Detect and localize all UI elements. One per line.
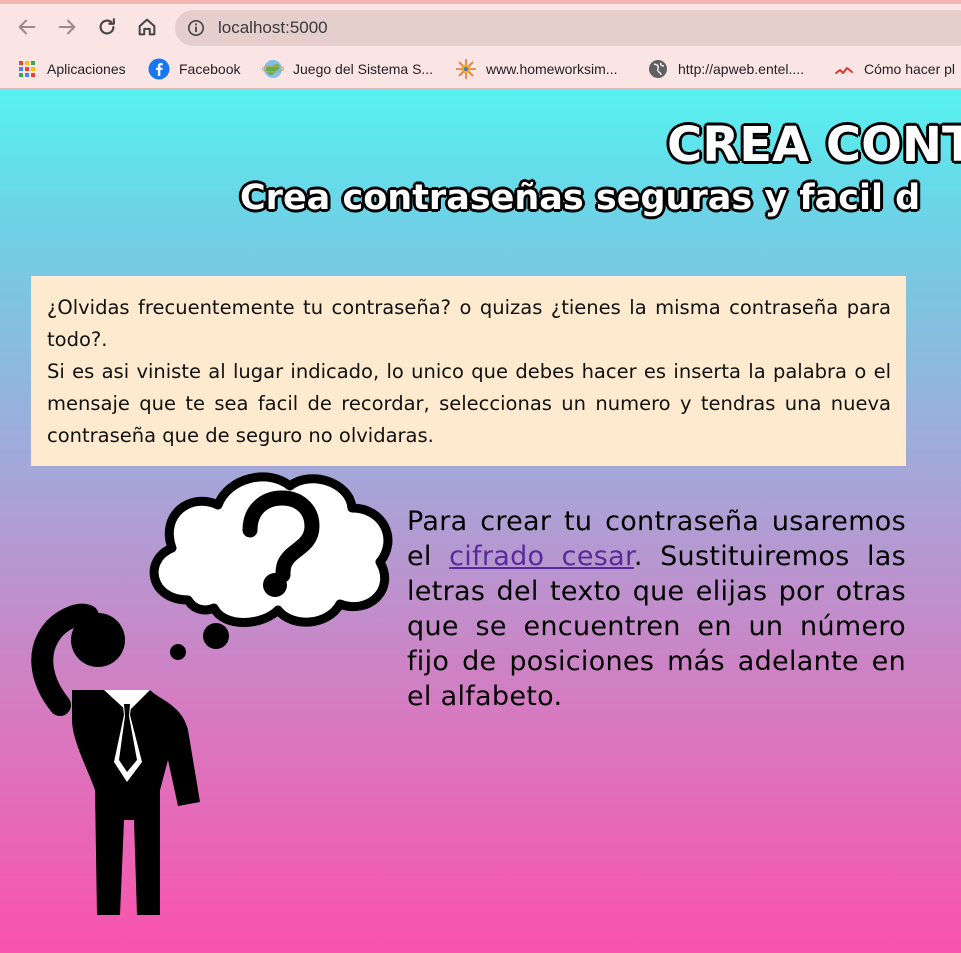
bookmark-label: Cómo hacer pl [864, 61, 956, 77]
apps-grid-icon [16, 58, 38, 80]
url-text[interactable]: localhost:5000 [218, 18, 328, 38]
bookmark-como-hacer[interactable]: Cómo hacer pl [833, 50, 955, 88]
bookmark-label: Facebook [179, 61, 241, 77]
cipher-description: Para crear tu contraseña usaremos el cif… [407, 504, 906, 714]
bookmark-homeworksim[interactable]: www.homeworksim... [455, 50, 617, 88]
back-button[interactable] [13, 13, 41, 41]
cifrado-cesar-link[interactable]: cifrado cesar [449, 541, 634, 572]
home-icon [138, 18, 156, 36]
globe-icon [647, 58, 669, 80]
intro-box: ¿Olvidas frecuentemente tu contraseña? o… [31, 276, 906, 466]
reload-button[interactable] [93, 13, 121, 41]
bookmark-aplicaciones[interactable]: Aplicaciones [16, 50, 126, 88]
info-icon[interactable] [187, 19, 205, 37]
bookmark-label: Juego del Sistema S... [293, 61, 434, 77]
bookmark-label: http://apweb.entel.... [678, 61, 805, 77]
arrow-right-icon [58, 19, 76, 35]
address-bar[interactable]: localhost:5000 [175, 10, 961, 46]
reload-icon [99, 18, 115, 35]
facebook-icon [148, 58, 170, 80]
page-subtitle: Crea contraseñas seguras y facil d [240, 178, 921, 218]
bookmarks-bar: Aplicaciones Facebook Juego del Sistema … [0, 50, 961, 89]
forward-button[interactable] [53, 13, 81, 41]
arrow-left-icon [18, 19, 36, 35]
globe-planet-icon [262, 58, 284, 80]
page-content: CREA CONT Crea contraseñas seguras y fac… [0, 89, 961, 953]
sun-icon [455, 58, 477, 80]
intro-question: ¿Olvidas frecuentemente tu contraseña? o… [47, 296, 891, 351]
home-button[interactable] [133, 13, 161, 41]
bookmark-juego-sistema[interactable]: Juego del Sistema S... [262, 50, 433, 88]
bookmark-label: www.homeworksim... [486, 61, 618, 77]
bookmark-apweb-entel[interactable]: http://apweb.entel.... [647, 50, 804, 88]
intro-instructions: Si es asi viniste al lugar indicado, lo … [47, 360, 891, 447]
page-title: CREA CONT [667, 117, 961, 173]
bookmark-label: Aplicaciones [47, 61, 126, 77]
chart-line-icon [833, 58, 855, 80]
browser-toolbar: localhost:5000 [0, 0, 961, 50]
thinking-man-illustration [31, 472, 393, 915]
bookmark-facebook[interactable]: Facebook [148, 50, 240, 88]
